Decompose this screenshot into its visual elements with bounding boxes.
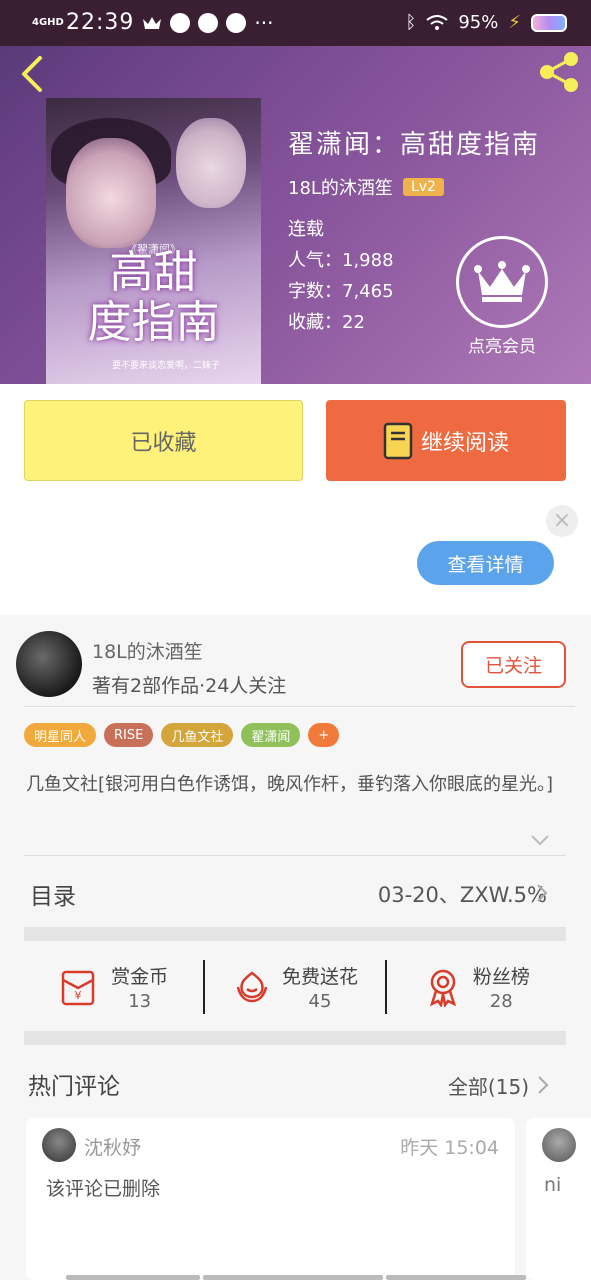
author-avatar[interactable] [16, 631, 82, 697]
cover-tagline: 要不要来谈恋爱啊，二妹子 [111, 361, 220, 371]
vip-label: 点亮会员 [468, 337, 536, 357]
support-label: 赏金币 [111, 966, 169, 988]
chevron-down-icon[interactable] [530, 833, 550, 847]
comment-card[interactable]: ni [526, 1118, 591, 1280]
carousel-indicator [386, 1275, 526, 1280]
divider [24, 855, 566, 856]
cover-title-line: 度指南 [87, 297, 220, 348]
svg-text:¥: ¥ [75, 989, 82, 1002]
followed-button[interactable]: 已关注 [461, 641, 566, 688]
vip-button[interactable]: 点亮会员 [456, 236, 548, 357]
chevron-right-icon[interactable] [537, 1075, 549, 1095]
crown-icon [474, 261, 530, 302]
back-arrow-icon[interactable] [14, 54, 50, 94]
commenter-name[interactable]: ni [544, 1174, 561, 1196]
continue-reading-button[interactable]: 继续阅读 [326, 400, 566, 481]
section-separator [24, 1031, 566, 1045]
action-bar: 已收藏 继续阅读 [0, 384, 591, 497]
message-icon [198, 12, 219, 33]
add-tag-button[interactable]: + [308, 723, 340, 747]
flower-icon [236, 971, 268, 1003]
book-header: 《翟潇闻》 高甜 度指南 要不要来谈恋爱啊，二妹子 翟潇闻：高甜度指南 18L的… [0, 46, 591, 384]
support-label: 免费送花 [281, 966, 358, 988]
support-count: 28 [489, 991, 513, 1012]
view-details-button[interactable]: 查看详情 [417, 541, 554, 585]
tag-chip[interactable]: RISE [104, 723, 154, 747]
commenter-avatar[interactable] [42, 1128, 76, 1162]
continue-reading-label: 继续阅读 [420, 430, 509, 456]
author-stats: 著有2部作品·24人关注 [92, 675, 287, 697]
book-title: 翟潇闻：高甜度指南 [288, 130, 541, 160]
more-notifications-icon: ··· [254, 10, 274, 35]
ad-banner: × 查看详情 [0, 497, 591, 615]
author-card-name[interactable]: 18L的沐酒笙 [92, 637, 203, 664]
book-status: 连载 [288, 219, 324, 240]
book-meta: 连载 人气：1,988 字数：7,465 收藏：22 [288, 214, 394, 338]
vip-crown-circle [456, 236, 548, 328]
app-notification-icon [170, 12, 191, 33]
support-count: 45 [308, 991, 332, 1012]
comment-text: 该评论已删除 [46, 1178, 161, 1200]
all-comments-link[interactable]: 全部(15) [448, 1071, 529, 1100]
chevron-right-icon[interactable] [536, 883, 548, 903]
cover-art [66, 138, 156, 248]
charging-icon: ⚡ [508, 12, 521, 33]
book-icon [383, 422, 413, 459]
level-badge: Lv2 [402, 178, 444, 196]
comment-time: 昨天 15:04 [400, 1137, 499, 1159]
popularity: 人气：1,988 [288, 250, 394, 271]
red-envelope-icon: ¥ [61, 970, 95, 1006]
network-indicator: 4GHD [32, 16, 64, 28]
share-icon[interactable] [537, 50, 581, 94]
latest-chapter[interactable]: 03-20、ZXW.5% [378, 879, 547, 909]
status-bar: 4GHD 22:39 ··· ᛒ 95% ⚡ [0, 0, 591, 46]
carousel-indicator [203, 1275, 383, 1280]
comment-card[interactable]: 沈秋妤 昨天 15:04 该评论已删除 [26, 1118, 515, 1280]
wifi-icon [426, 14, 448, 30]
section-separator [24, 927, 566, 941]
tag-list: 明星同人 RISE 几鱼文社 翟潇闻 + [24, 723, 340, 747]
book-cover[interactable]: 《翟潇闻》 高甜 度指南 要不要来谈恋爱啊，二妹子 [46, 98, 261, 384]
close-icon[interactable]: × [546, 505, 578, 537]
cover-art [176, 118, 246, 208]
medal-icon [429, 969, 456, 1007]
commenter-avatar[interactable] [542, 1128, 576, 1162]
tag-chip[interactable]: 明星同人 [24, 723, 97, 747]
battery-percent: 95% [458, 12, 499, 33]
author-name[interactable]: 18L的沐酒笙 [288, 174, 393, 200]
support-bar: ¥ 赏金币 13 免费送花 45 粉丝榜 28 [24, 951, 566, 1023]
author-row: 18L的沐酒笙 Lv2 [288, 174, 444, 200]
reward-coins-button[interactable]: ¥ 赏金币 13 [24, 951, 203, 1023]
status-time: 22:39 [66, 10, 135, 35]
commenter-name[interactable]: 沈秋妤 [84, 1133, 141, 1160]
support-count: 13 [128, 991, 152, 1012]
divider [24, 706, 575, 707]
bluetooth-icon: ᛒ [405, 12, 417, 33]
author-section: 18L的沐酒笙 著有2部作品·24人关注 已关注 明星同人 RISE 几鱼文社 … [0, 615, 591, 1280]
fan-ranking-button[interactable]: 粉丝榜 28 [387, 951, 566, 1023]
collected-button[interactable]: 已收藏 [24, 400, 303, 481]
cover-title-line: 高甜 [109, 247, 198, 298]
hot-comments-title: 热门评论 [28, 1074, 120, 1100]
toc-label[interactable]: 目录 [30, 877, 76, 911]
crown-icon [143, 16, 162, 29]
book-description: 几鱼文社[银河用白色作诱饵，晚风作杆，垂钓落入你眼底的星光。] [26, 774, 554, 795]
tag-chip[interactable]: 几鱼文社 [161, 723, 234, 747]
speedometer-icon [226, 12, 247, 33]
battery-icon [531, 13, 567, 32]
favorites-count: 收藏：22 [288, 312, 365, 333]
tag-chip[interactable]: 翟潇闻 [241, 723, 301, 747]
word-count: 字数：7,465 [288, 281, 394, 302]
cover-title: 高甜 度指南 [46, 248, 261, 348]
support-label: 粉丝榜 [472, 966, 530, 988]
send-flowers-button[interactable]: 免费送花 45 [205, 951, 384, 1023]
carousel-indicator [66, 1275, 200, 1280]
